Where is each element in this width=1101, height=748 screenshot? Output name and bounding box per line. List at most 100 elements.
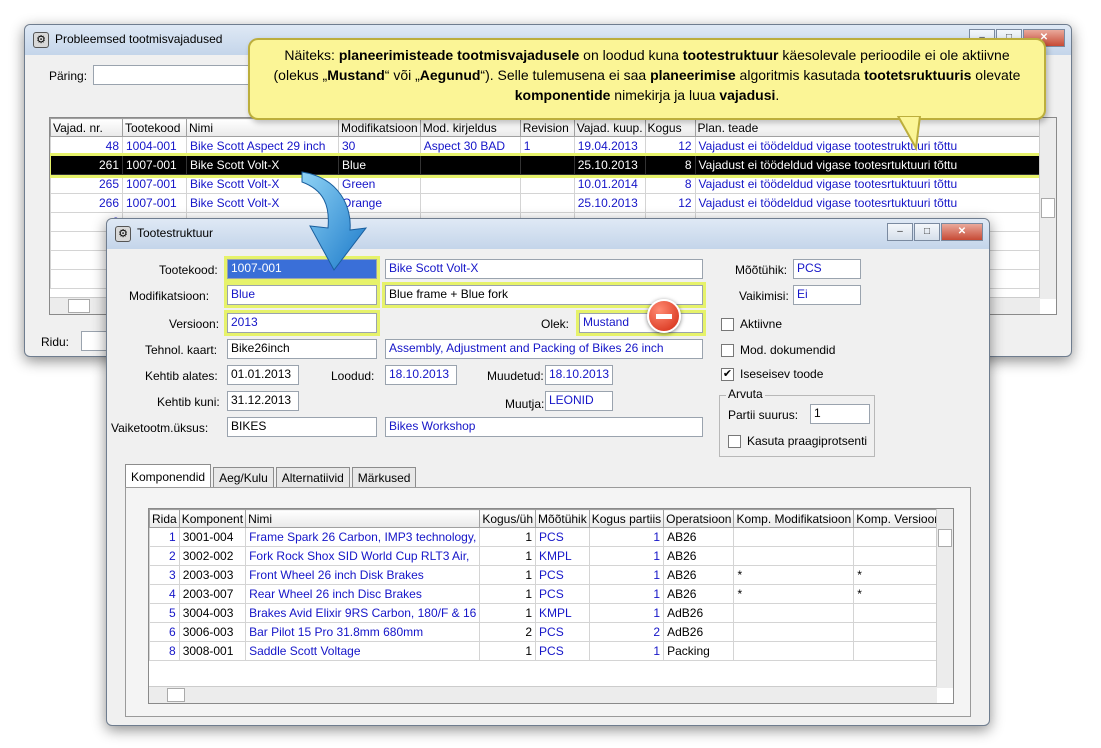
status-field[interactable]: Mustand: [576, 310, 706, 336]
table-cell: 5: [149, 603, 180, 623]
table-cell: 8: [644, 174, 696, 194]
mod-documents-checkbox[interactable]: Mod. dokumendid: [721, 343, 835, 357]
table-cell: 19.04.2013: [573, 136, 646, 156]
column-header[interactable]: Operatsioon: [663, 509, 735, 528]
table-cell: *: [733, 565, 855, 585]
column-header[interactable]: Kogus: [644, 118, 696, 137]
table-row[interactable]: 4 2003-007 Rear Wheel 26 inch Disc Brakes 1…: [149, 584, 944, 604]
column-header[interactable]: Mod. kirjeldus: [419, 118, 521, 137]
table-row[interactable]: 3 2003-003 Front Wheel 26 inch Disk Brakes…: [149, 565, 944, 585]
table-cell: [419, 193, 521, 213]
scroll-thumb-h[interactable]: [167, 688, 185, 702]
column-header[interactable]: Revision: [519, 118, 575, 137]
table-row[interactable]: 5 3004-003 Brakes Avid Elixir 9RS Carbon, …: [149, 603, 944, 623]
table-cell: 3002-002: [178, 546, 247, 566]
column-header[interactable]: Vajad. kuup.: [573, 118, 646, 137]
column-header[interactable]: Mõõtühik: [535, 509, 590, 528]
table-cell: Fork Rock Shox SID World Cup RLT3 Air,: [245, 546, 481, 566]
tab-bar: Komponendid Aeg/Kulu Alternatiivid Märku…: [125, 464, 418, 488]
query-input[interactable]: [93, 65, 273, 85]
column-header[interactable]: Plan. teade: [694, 118, 1041, 137]
checkbox-box-checked[interactable]: ✔: [721, 367, 734, 381]
table-cell: [853, 546, 944, 566]
checkbox-label: Mod. dokumendid: [740, 343, 836, 357]
minimize-button[interactable]: –: [887, 223, 913, 241]
unit-field[interactable]: PCS: [793, 259, 861, 279]
checkbox-box[interactable]: [721, 317, 734, 331]
table-row[interactable]: 266 1007-001 Bike Scott Volt-X Orange 25.10.…: [50, 193, 1041, 213]
table-cell: 2003-003: [178, 565, 247, 585]
table-cell: 3006-003: [178, 622, 247, 642]
table-cell: Packing: [663, 641, 735, 661]
table-cell: Vajadust ei töödeldud vigase tootesrtukt…: [694, 193, 1041, 213]
window-title: Tootestruktuur: [137, 226, 214, 240]
vertical-scrollbar[interactable]: [1039, 118, 1056, 299]
table-row[interactable]: 8 3008-001 Saddle Scott Voltage 1 PCS 1 Packin…: [149, 641, 944, 661]
callout-text: on loodud kuna: [579, 47, 683, 63]
valid-from-label: Kehtib alates:: [145, 369, 218, 383]
active-checkbox[interactable]: Aktiivne: [721, 317, 782, 331]
column-header[interactable]: Komponent: [178, 509, 247, 528]
checkbox-box[interactable]: [728, 434, 741, 448]
batch-size-field[interactable]: 1: [810, 404, 870, 424]
table-row[interactable]: 1 3001-004 Frame Spark 26 Carbon, IMP3 tec…: [149, 527, 944, 547]
tab-time-cost[interactable]: Aeg/Kulu: [213, 467, 274, 488]
table-cell: Aspect 30 BAD: [419, 136, 521, 156]
table-cell: 2: [588, 622, 665, 642]
table-row[interactable]: 2 3002-002 Fork Rock Shox SID World Cup RL…: [149, 546, 944, 566]
checkbox-label: Iseseisev toode: [740, 367, 824, 381]
scroll-thumb[interactable]: [1041, 198, 1055, 218]
table-cell: 1007-001: [122, 155, 187, 175]
column-header[interactable]: Komp. Versioon: [853, 509, 944, 528]
tab-components[interactable]: Komponendid: [125, 464, 212, 488]
column-header[interactable]: Vajad. nr.: [50, 118, 123, 137]
maximize-button[interactable]: □: [914, 223, 940, 241]
column-header[interactable]: Nimi: [186, 118, 339, 137]
column-header[interactable]: Komp. Modifikatsioon: [733, 509, 855, 528]
vertical-scrollbar[interactable]: [936, 509, 953, 688]
table-cell: AB26: [663, 546, 735, 566]
scroll-thumb-h[interactable]: [68, 299, 90, 313]
tab-notes[interactable]: Märkused: [351, 467, 417, 488]
column-header[interactable]: Modifikatsioon: [338, 118, 421, 137]
modification-field[interactable]: Blue: [224, 282, 380, 308]
callout-bold: planeerimise: [650, 67, 736, 83]
table-cell: [419, 155, 521, 175]
table-cell: AB26: [663, 584, 735, 604]
column-header[interactable]: Kogus partiis: [588, 509, 665, 528]
valid-from-field[interactable]: 01.01.2013: [227, 365, 299, 385]
product-code-label: Tootekood:: [159, 263, 218, 277]
routing-field[interactable]: Bike26inch: [227, 339, 377, 359]
standalone-product-checkbox[interactable]: ✔ Iseseisev toode: [721, 367, 823, 381]
default-unit-field[interactable]: BIKES: [227, 417, 377, 437]
stop-icon: [647, 299, 681, 333]
tab-alternatives[interactable]: Alternatiivid: [275, 467, 350, 488]
table-cell: Vajadust ei töödeldud vigase tootesrtukt…: [694, 174, 1041, 194]
column-header[interactable]: Tootekood: [122, 118, 187, 137]
table-cell: 1004-001: [122, 136, 187, 156]
table-cell: 1007-001: [122, 193, 187, 213]
title-bar: ⚙ Tootestruktuur – □ ✕: [107, 219, 989, 249]
table-cell: 1: [588, 546, 665, 566]
close-button[interactable]: ✕: [941, 223, 983, 241]
table-cell: PCS: [535, 565, 590, 585]
horizontal-scrollbar[interactable]: [149, 686, 937, 703]
table-cell: [419, 174, 521, 194]
scroll-thumb[interactable]: [938, 529, 952, 547]
table-cell: AdB26: [663, 622, 735, 642]
checkbox-box[interactable]: [721, 343, 734, 357]
table-row[interactable]: 265 1007-001 Bike Scott Volt-X Green 10.01.2…: [50, 174, 1041, 194]
column-header[interactable]: Rida: [149, 509, 180, 528]
column-header[interactable]: Kogus/üh: [479, 509, 537, 528]
table-cell: 8: [644, 155, 696, 175]
table-cell: 1: [588, 641, 665, 661]
column-header[interactable]: Nimi: [245, 509, 481, 528]
valid-to-field[interactable]: 31.12.2013: [227, 391, 299, 411]
table-row[interactable]: 261 1007-001 Bike Scott Volt-X Blue 25.10.20…: [50, 152, 1043, 178]
default-field[interactable]: Ei: [793, 285, 861, 305]
use-scrap-checkbox[interactable]: Kasuta praagiprotsenti: [728, 434, 867, 448]
table-cell: Vajadust ei töödeldud vigase tootestrukt…: [694, 136, 1041, 156]
version-field[interactable]: 2013: [224, 310, 380, 336]
table-cell: 1: [479, 584, 537, 604]
table-row[interactable]: 6 3006-003 Bar Pilot 15 Pro 31.8mm 680mm 2 P…: [149, 622, 944, 642]
